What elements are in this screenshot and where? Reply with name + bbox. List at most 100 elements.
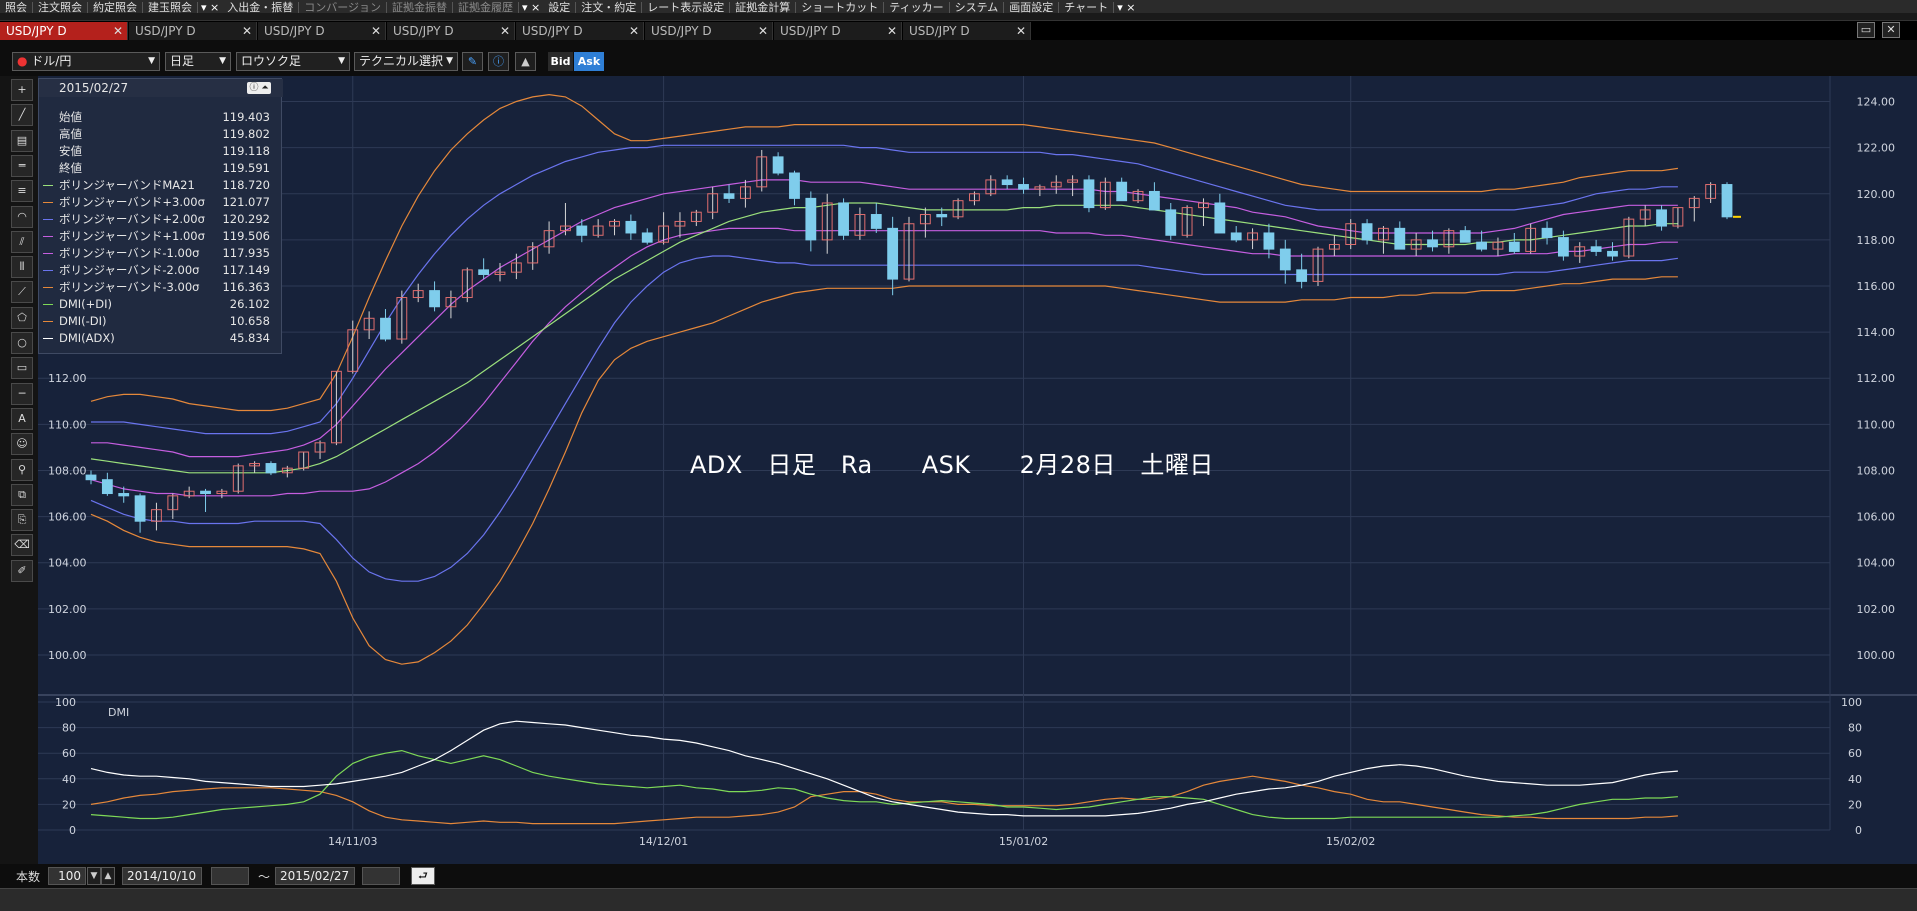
circle-icon[interactable]: ○: [11, 332, 33, 354]
period-select[interactable]: 日足 ▼: [165, 52, 231, 71]
info-toggle-button[interactable]: ⓘ ⏶: [247, 82, 271, 94]
menu-group-close-icon[interactable]: ▾ ×: [1114, 2, 1138, 14]
candle-body: [1656, 209, 1667, 227]
menu-item[interactable]: 建玉照会: [143, 2, 198, 13]
candle-body: [1214, 202, 1226, 234]
tab-close-icon[interactable]: ✕: [758, 22, 768, 40]
info-row: 安値 119.118: [39, 143, 283, 160]
menu-group-close-icon[interactable]: ▾ ×: [198, 2, 222, 14]
price-chart[interactable]: 100.00 100.00 102.00 102.00 104.00 104.00 106.…: [38, 76, 1917, 694]
technical-select[interactable]: テクニカル選択 ▼: [354, 52, 458, 71]
menu-item[interactable]: システム: [950, 2, 1005, 13]
menu-item[interactable]: ティッカー: [884, 2, 950, 13]
chart-tab[interactable]: USD/JPY D ✕: [903, 22, 1031, 41]
tab-label: USD/JPY D: [6, 24, 67, 38]
return-icon[interactable]: ⮐: [411, 867, 435, 885]
bid-button[interactable]: Bid: [548, 52, 573, 71]
menu-item[interactable]: チャート: [1059, 2, 1115, 13]
tab-close-icon[interactable]: ✕: [371, 22, 381, 40]
currency-pair-select[interactable]: ● ドル/円 ▼: [12, 52, 160, 71]
menu-item[interactable]: コンバージョン: [299, 2, 388, 13]
pentagon-icon[interactable]: ⬠: [11, 306, 33, 329]
chart-tab[interactable]: USD/JPY D ✕: [774, 22, 902, 41]
text-icon[interactable]: A: [11, 407, 33, 430]
date-to-input[interactable]: 2015/02/27: [275, 867, 355, 885]
chart-tab[interactable]: USD/JPY D ✕: [645, 22, 773, 41]
eraser-icon[interactable]: ⌫: [11, 534, 33, 557]
menu-item[interactable]: 設定: [543, 2, 577, 13]
menu-item[interactable]: 照会: [0, 2, 33, 13]
chart-type-select[interactable]: ロウソク足 ▼: [236, 52, 350, 71]
tab-close-icon[interactable]: ✕: [500, 22, 510, 40]
menu-item[interactable]: 画面設定: [1004, 2, 1060, 13]
rectangle-icon[interactable]: ▭: [11, 357, 33, 380]
candle-body: [1508, 241, 1520, 252]
info-row: ボリンジャーバンドMA21 118.720: [39, 177, 283, 194]
candle-body: [936, 214, 948, 218]
separator-icon[interactable]: ─: [11, 382, 33, 405]
count-down-button[interactable]: ▼: [87, 867, 101, 885]
count-label: 本数: [16, 870, 41, 884]
info-label: DMI(-DI): [59, 314, 107, 328]
menu-group-close-icon[interactable]: ▾ ×: [519, 2, 543, 14]
price-tick-right: 122.00: [1857, 142, 1896, 155]
info-value: 116.363: [222, 280, 270, 294]
time-from-input[interactable]: [211, 867, 249, 885]
menu-item[interactable]: 証拠金計算: [730, 2, 797, 13]
menu-item[interactable]: ショートカット: [796, 2, 885, 13]
menu-item[interactable]: 注文照会: [33, 2, 88, 13]
info-row: DMI(ADX) 45.834: [39, 330, 283, 347]
info-label: ボリンジャーバンド-2.00σ: [59, 263, 200, 277]
lines-icon[interactable]: ≡: [11, 180, 33, 203]
candle-body: [118, 493, 130, 497]
tab-close-icon[interactable]: ✕: [1016, 22, 1026, 40]
menu-item[interactable]: 注文・約定: [576, 2, 643, 13]
magnet-icon[interactable]: ⚲: [11, 458, 33, 481]
arc-icon[interactable]: ◠: [11, 205, 33, 228]
pen-icon[interactable]: ✎: [462, 52, 483, 71]
copy-icon[interactable]: ⧉: [11, 483, 33, 506]
line-icon[interactable]: ╱: [11, 104, 33, 127]
chart-tab[interactable]: USD/JPY D ✕: [0, 22, 128, 41]
tab-close-icon[interactable]: ✕: [887, 22, 897, 40]
chart-tab[interactable]: USD/JPY D ✕: [129, 22, 257, 41]
ruler-icon[interactable]: ▤: [11, 129, 33, 152]
menu-item[interactable]: 約定照会: [88, 2, 143, 13]
horizontal-line-icon[interactable]: ═: [11, 154, 33, 177]
info-value: 119.118: [222, 144, 270, 158]
chart-area[interactable]: 100.00 100.00 102.00 102.00 104.00 104.00 106.…: [38, 76, 1917, 864]
eraser-all-icon[interactable]: ✐: [11, 559, 33, 582]
area-chart-icon[interactable]: ▲: [515, 52, 536, 71]
fan-icon[interactable]: ⫽: [11, 230, 33, 253]
gann-icon[interactable]: ⟋: [11, 281, 33, 304]
price-tick-right: 124.00: [1857, 96, 1896, 109]
info-icon[interactable]: ⓘ: [488, 52, 509, 71]
ask-button[interactable]: Ask: [574, 52, 604, 71]
crosshair-icon[interactable]: +: [11, 79, 33, 101]
tab-close-icon[interactable]: ✕: [113, 22, 123, 40]
count-input[interactable]: 100: [48, 867, 86, 885]
count-up-button[interactable]: ▲: [101, 867, 115, 885]
time-to-input[interactable]: [362, 867, 400, 885]
chart-tab[interactable]: USD/JPY D ✕: [387, 22, 515, 41]
info-row: ボリンジャーバンド+2.00σ 120.292: [39, 211, 283, 228]
chart-tab[interactable]: USD/JPY D ✕: [258, 22, 386, 41]
menu-item[interactable]: レート表示設定: [642, 2, 731, 13]
menu-item[interactable]: 証拠金履歴: [453, 2, 520, 13]
chart-tab[interactable]: USD/JPY D ✕: [516, 22, 644, 41]
dmi-chart[interactable]: 0 0 20 20 40 40 60 60 80 80 100 100 DMI 14/11/03 14/12…: [38, 694, 1917, 864]
tab-close-icon[interactable]: ✕: [629, 22, 639, 40]
close-window-button[interactable]: ✕: [1882, 22, 1900, 38]
date-from-input[interactable]: 2014/10/10: [122, 867, 202, 885]
candle-body: [1459, 230, 1471, 243]
series-swatch: [43, 202, 53, 203]
tab-close-icon[interactable]: ✕: [242, 22, 252, 40]
menu-item[interactable]: 証拠金振替: [387, 2, 454, 13]
restore-window-button[interactable]: ▭: [1857, 22, 1875, 38]
cycle-lines-icon[interactable]: ⦀: [11, 256, 33, 279]
emoji-icon[interactable]: ☺: [11, 433, 33, 456]
menu-item[interactable]: 入出金・振替: [222, 2, 300, 13]
paste-icon[interactable]: ⎘: [11, 509, 33, 532]
info-row: ボリンジャーバンド-3.00σ 116.363: [39, 279, 283, 296]
price-tick-right: 104.00: [1857, 557, 1896, 570]
